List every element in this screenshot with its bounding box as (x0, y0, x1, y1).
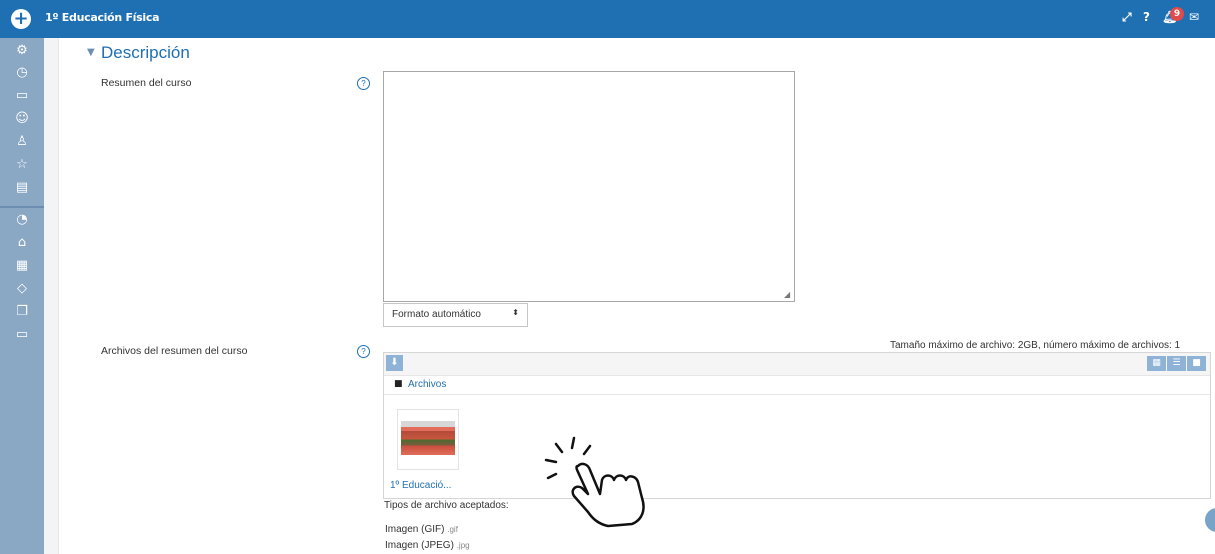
expand-icon[interactable]: ⤢ (1122, 10, 1132, 25)
file-limit-text: Tamaño máximo de archivo: 2GB, número má… (890, 340, 1181, 351)
pointer-hand-icon (544, 436, 645, 528)
type-name: Imagen (GIF) (385, 524, 445, 535)
floating-action-button[interactable] (1205, 508, 1215, 532)
section-title[interactable]: Descripción (101, 43, 190, 63)
award-icon[interactable]: ♙ (12, 132, 32, 152)
file-manager: ⬇ ▦ ☰ ■ ■ Archivos 1º Educació... (383, 352, 1211, 499)
file-thumbnail[interactable] (397, 409, 459, 470)
format-select[interactable]: Formato automático ⬍ (383, 303, 528, 327)
star-icon[interactable]: ☆ (12, 155, 32, 175)
graduation-cap-icon[interactable]: ◇ (12, 279, 32, 299)
book-icon[interactable]: ▤ (12, 178, 32, 198)
grid-view-icon[interactable]: ▦ (1147, 356, 1166, 371)
cogs-icon[interactable]: ⚙ (12, 41, 32, 61)
file-image (401, 421, 455, 455)
help-icon[interactable]: ? (1143, 10, 1150, 24)
sidebar-divider (0, 206, 44, 208)
summary-label: Resumen del curso (101, 77, 192, 89)
copy-icon[interactable]: ❐ (12, 302, 32, 322)
summary-textarea[interactable]: ◢ (383, 71, 795, 302)
accepted-type-gif: Imagen (GIF) .gif (385, 524, 458, 535)
course-title[interactable]: 1º Educación Física (45, 11, 160, 24)
type-name: Imagen (JPEG) (385, 540, 454, 551)
file-manager-toolbar: ⬇ ▦ ☰ ■ (384, 353, 1210, 376)
content-gutter (44, 38, 59, 554)
home-icon[interactable]: ⌂ (12, 233, 32, 253)
select-arrow-icon: ⬍ (512, 308, 519, 317)
folder-icon[interactable]: ▭ (12, 325, 32, 345)
clock-icon[interactable]: ◷ (12, 63, 32, 83)
users-icon[interactable]: ☺ (12, 109, 32, 129)
tree-view-icon[interactable]: ■ (1187, 356, 1206, 371)
resize-handle-icon[interactable]: ◢ (784, 291, 792, 299)
format-select-value: Formato automático (392, 309, 481, 320)
dashboard-icon[interactable]: ◔ (12, 210, 32, 230)
help-icon[interactable]: ? (357, 77, 370, 90)
file-name[interactable]: 1º Educació... (390, 480, 451, 491)
help-icon[interactable]: ? (357, 345, 370, 358)
notification-badge: 9 (1170, 7, 1184, 21)
accepted-type-jpg: Imagen (JPEG) .jpg (385, 540, 470, 551)
envelope-icon[interactable]: ✉ (1189, 10, 1199, 24)
calendar-icon[interactable]: ▦ (12, 256, 32, 276)
top-navbar: + 1º Educación Física ⤢ ? 🔔︎ 9 ✉ (0, 0, 1215, 38)
plus-circle-icon[interactable]: + (11, 9, 31, 29)
folder-icon: ■ (394, 379, 403, 389)
files-label: Archivos del resumen del curso (101, 345, 248, 357)
type-ext: .jpg (456, 541, 470, 550)
type-ext: .gif (447, 525, 458, 534)
folder-icon[interactable]: ▭ (12, 86, 32, 106)
collapse-chevron-icon[interactable]: ▼ (87, 47, 95, 58)
sidebar: ⚙ ◷ ▭ ☺ ♙ ☆ ▤ ◔ ⌂ ▦ ◇ ❐ ▭ (0, 38, 44, 554)
breadcrumb-archivos[interactable]: Archivos (408, 379, 446, 390)
download-icon[interactable]: ⬇ (386, 355, 403, 371)
list-view-icon[interactable]: ☰ (1167, 356, 1186, 371)
accepted-types-title: Tipos de archivo aceptados: (384, 500, 509, 511)
breadcrumb: ■ Archivos (384, 375, 1210, 395)
